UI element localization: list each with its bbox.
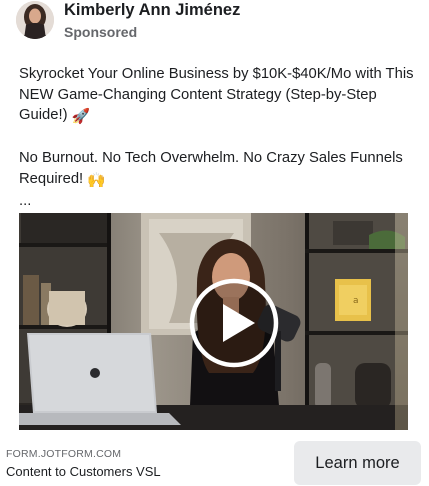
video-player[interactable]: a [19, 213, 408, 430]
avatar[interactable] [16, 1, 54, 39]
raised-hands-icon: 🙌 [87, 172, 106, 189]
avatar-image [16, 1, 54, 39]
body-line-2: No Burnout. No Tech Overwhelm. No Crazy … [19, 150, 403, 187]
link-title[interactable]: Content to Customers VSL [6, 464, 161, 479]
body-paragraph-1: Skyrocket Your Online Business by $10K-$… [19, 64, 415, 128]
book-cover-text: a [353, 296, 359, 306]
link-domain: FORM.JOTFORM.COM [6, 448, 122, 460]
link-footer[interactable]: FORM.JOTFORM.COM Content to Customers VS… [0, 440, 429, 486]
rocket-icon: 🚀 [71, 109, 91, 125]
learn-more-button[interactable]: Learn more [294, 441, 421, 485]
body-paragraph-2: No Burnout. No Tech Overwhelm. No Crazy … [19, 148, 415, 191]
post-body: Skyrocket Your Online Business by $10K-$… [19, 64, 415, 212]
sponsored-post: Kimberly Ann Jiménez Sponsored Skyrocket… [0, 0, 429, 486]
play-circle-icon [189, 278, 279, 368]
see-more-ellipsis[interactable]: ... [19, 191, 415, 212]
post-header: Kimberly Ann Jiménez Sponsored [0, 0, 429, 48]
author-name[interactable]: Kimberly Ann Jiménez [64, 1, 240, 20]
play-button[interactable] [188, 277, 280, 369]
sponsored-label[interactable]: Sponsored [64, 24, 137, 40]
